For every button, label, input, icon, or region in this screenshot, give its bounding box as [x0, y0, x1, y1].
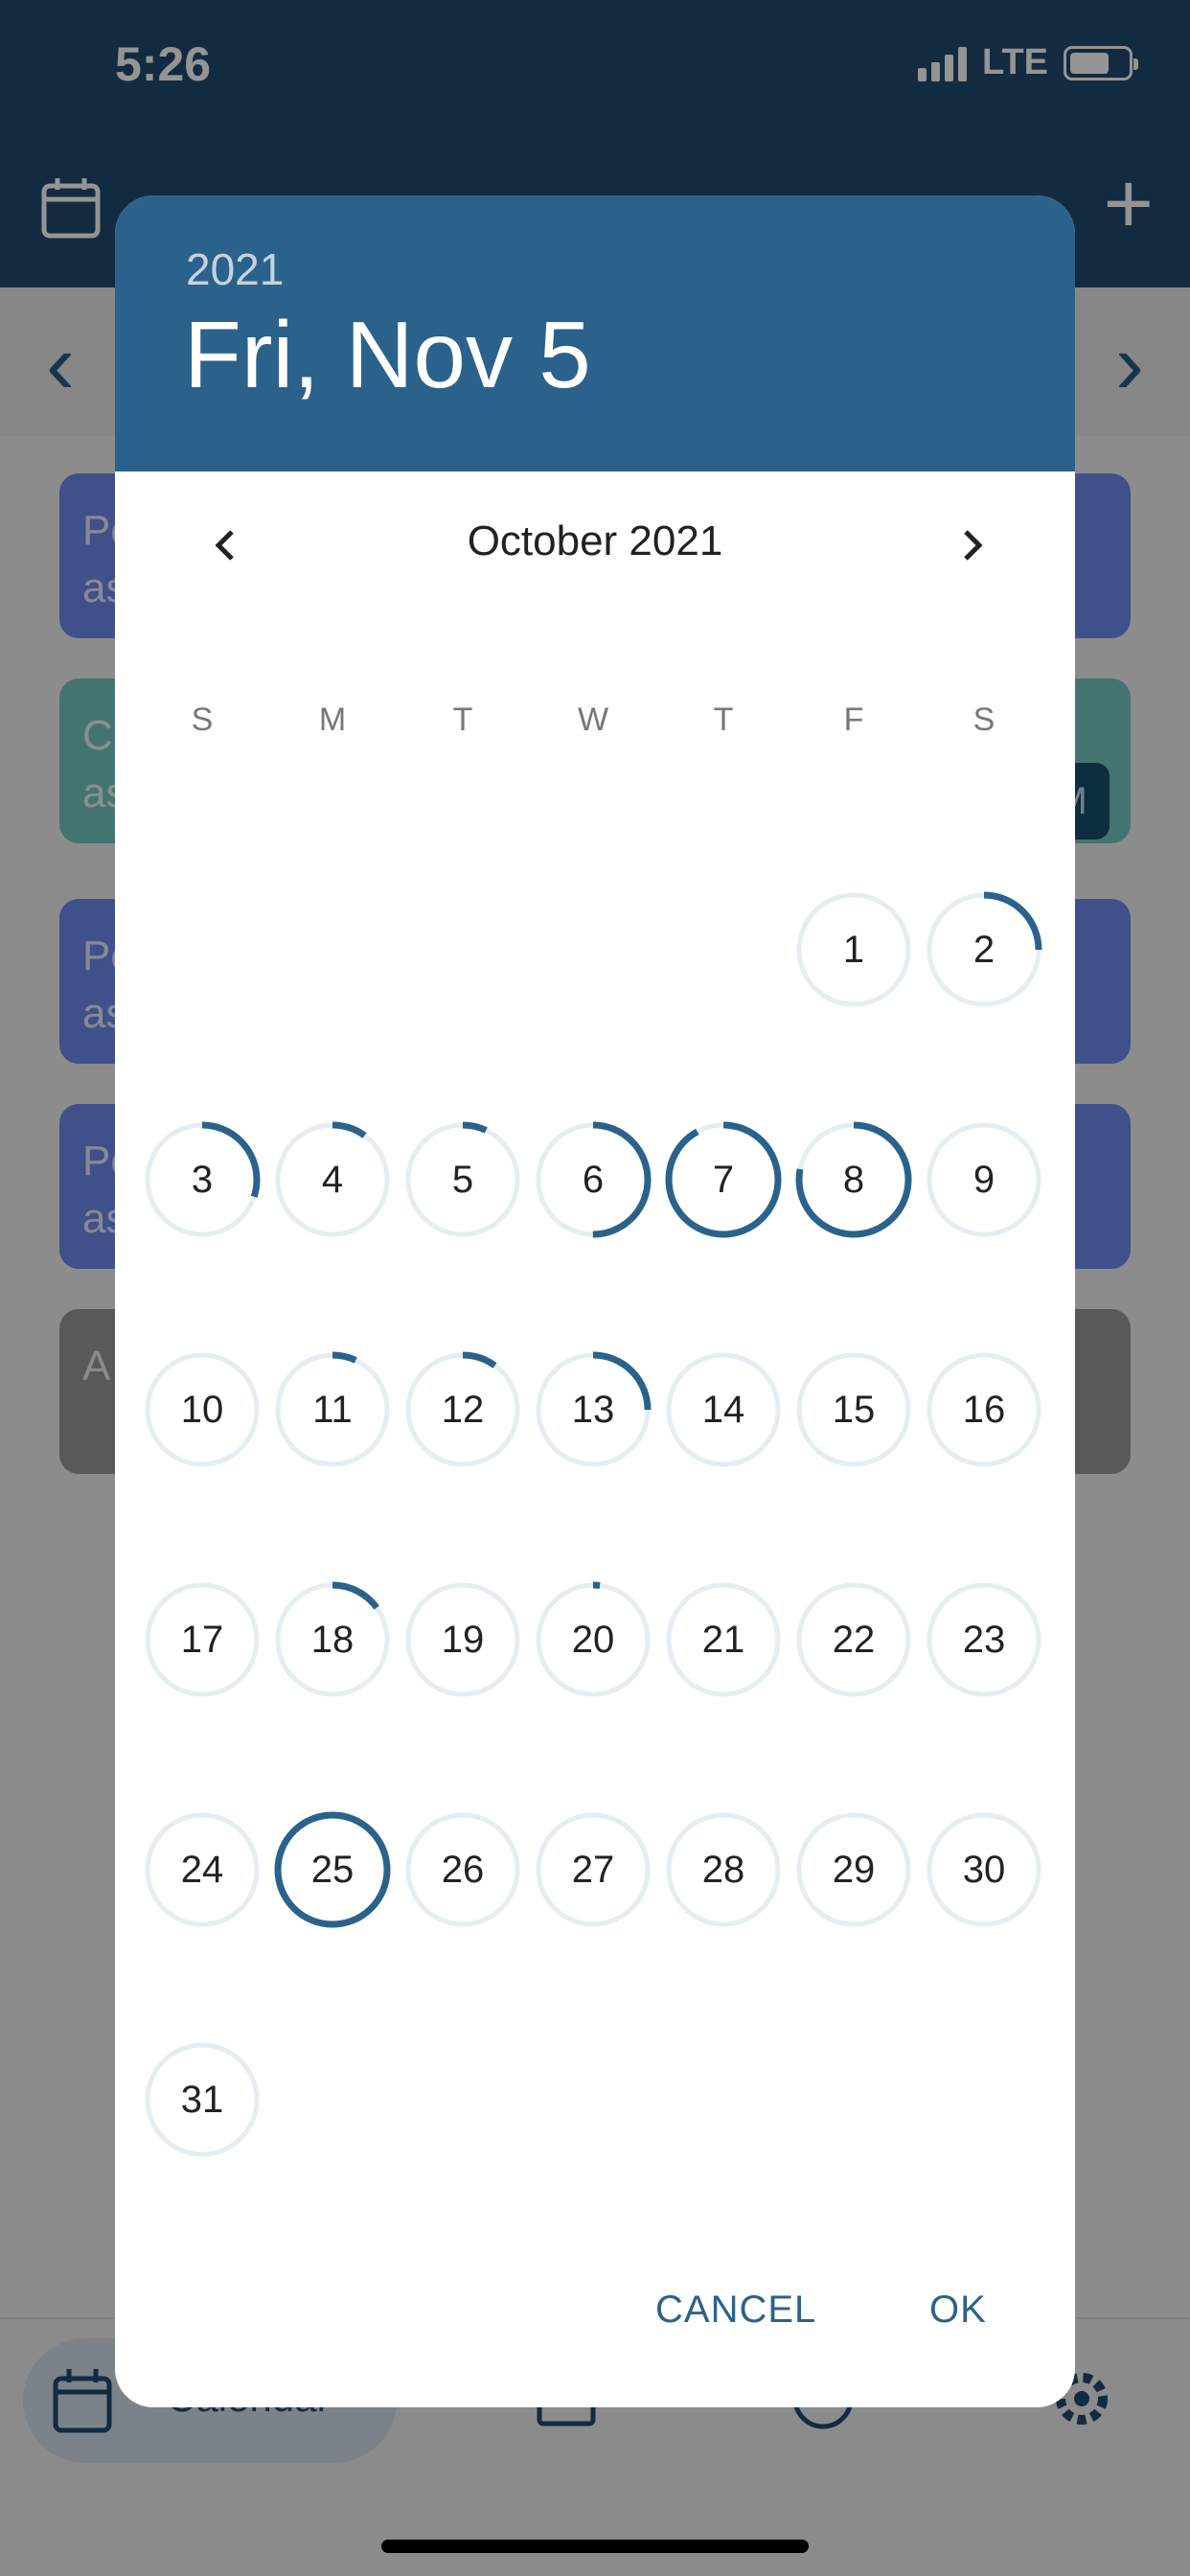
- day-number: 3: [191, 1159, 214, 1201]
- day-cell[interactable]: 5: [402, 1119, 523, 1240]
- day-cell[interactable]: 15: [793, 1349, 914, 1470]
- weekday-label: M: [318, 702, 347, 738]
- day-number: 5: [451, 1159, 474, 1201]
- day-number: 11: [312, 1389, 353, 1431]
- day-number: 14: [701, 1389, 745, 1431]
- day-cell[interactable]: 24: [142, 1809, 263, 1930]
- day-number: 6: [582, 1159, 605, 1201]
- ok-button[interactable]: OK: [929, 2288, 987, 2332]
- day-number: 7: [712, 1159, 735, 1201]
- day-number: 19: [441, 1619, 485, 1661]
- day-cell[interactable]: 18: [272, 1579, 393, 1700]
- day-cell[interactable]: 20: [533, 1579, 653, 1700]
- day-number: 13: [571, 1389, 615, 1431]
- day-number: 15: [832, 1389, 876, 1431]
- day-cell[interactable]: 17: [142, 1579, 263, 1700]
- day-cell[interactable]: 1: [793, 889, 914, 1010]
- day-cell[interactable]: 19: [402, 1579, 523, 1700]
- day-number: 4: [321, 1159, 344, 1201]
- selected-year[interactable]: 2021: [186, 243, 284, 295]
- chevron-right-icon[interactable]: [939, 512, 1006, 579]
- day-number: 10: [180, 1389, 224, 1431]
- day-number: 20: [571, 1619, 615, 1661]
- day-number: 9: [973, 1159, 995, 1201]
- dialog-actions: CANCEL OK: [115, 2244, 1075, 2407]
- day-cell[interactable]: 27: [533, 1809, 653, 1930]
- day-number: 21: [701, 1619, 745, 1661]
- day-number: 1: [842, 929, 865, 971]
- day-number: 8: [842, 1159, 865, 1201]
- day-number: 28: [701, 1849, 745, 1891]
- day-number: 18: [310, 1619, 355, 1661]
- weekday-label: S: [973, 702, 995, 738]
- day-number: 30: [962, 1849, 1006, 1891]
- day-cell[interactable]: 28: [663, 1809, 784, 1930]
- weekday-label: F: [843, 702, 864, 738]
- day-cell[interactable]: 14: [663, 1349, 784, 1470]
- day-cell[interactable]: 7: [663, 1119, 784, 1240]
- day-number: 27: [571, 1849, 615, 1891]
- day-number: 2: [973, 929, 995, 971]
- day-number: 24: [180, 1849, 224, 1891]
- day-cell[interactable]: 23: [924, 1579, 1044, 1700]
- day-cell[interactable]: 21: [663, 1579, 784, 1700]
- screen: 5:26 LTE + ‹ › Pe as C as M Pe: [0, 0, 1190, 2576]
- weekday-label: S: [191, 702, 214, 738]
- day-number: 26: [441, 1849, 485, 1891]
- date-picker-dialog: 2021 Fri, Nov 5 October 2021 S M T W T F…: [115, 196, 1075, 2407]
- day-cell[interactable]: 26: [402, 1809, 523, 1930]
- day-cell[interactable]: 29: [793, 1809, 914, 1930]
- day-number: 29: [832, 1849, 876, 1891]
- day-cell[interactable]: 31: [142, 2039, 263, 2160]
- cancel-button[interactable]: CANCEL: [655, 2288, 816, 2332]
- dialog-header: 2021 Fri, Nov 5: [115, 196, 1075, 472]
- selected-date: Fri, Nov 5: [184, 302, 591, 407]
- day-cell[interactable]: 10: [142, 1349, 263, 1470]
- day-cell[interactable]: 12: [402, 1349, 523, 1470]
- day-cell[interactable]: 2: [924, 889, 1044, 1010]
- day-cell[interactable]: 30: [924, 1809, 1044, 1930]
- weekday-label: T: [713, 702, 734, 738]
- month-label[interactable]: October 2021: [115, 518, 1075, 565]
- day-cell[interactable]: 9: [924, 1119, 1044, 1240]
- day-cell[interactable]: 8: [793, 1119, 914, 1240]
- weekday-label: W: [577, 702, 609, 738]
- day-number: 12: [441, 1389, 485, 1431]
- weekday-label: T: [452, 702, 473, 738]
- home-indicator: [381, 2540, 809, 2553]
- day-cell[interactable]: 16: [924, 1349, 1044, 1470]
- month-navigation: October 2021: [115, 483, 1075, 598]
- day-cell[interactable]: 13: [533, 1349, 653, 1470]
- day-cell[interactable]: 6: [533, 1119, 653, 1240]
- day-number: 23: [962, 1619, 1006, 1661]
- day-number: 17: [180, 1619, 224, 1661]
- day-number: 31: [180, 2079, 224, 2121]
- day-cell[interactable]: 25: [272, 1809, 393, 1930]
- day-cell[interactable]: 3: [142, 1119, 263, 1240]
- day-cell[interactable]: 4: [272, 1119, 393, 1240]
- day-cell[interactable]: 22: [793, 1579, 914, 1700]
- day-number: 22: [832, 1619, 876, 1661]
- day-number: 16: [962, 1389, 1006, 1431]
- day-number: 25: [310, 1849, 355, 1891]
- day-cell[interactable]: 11: [272, 1349, 393, 1470]
